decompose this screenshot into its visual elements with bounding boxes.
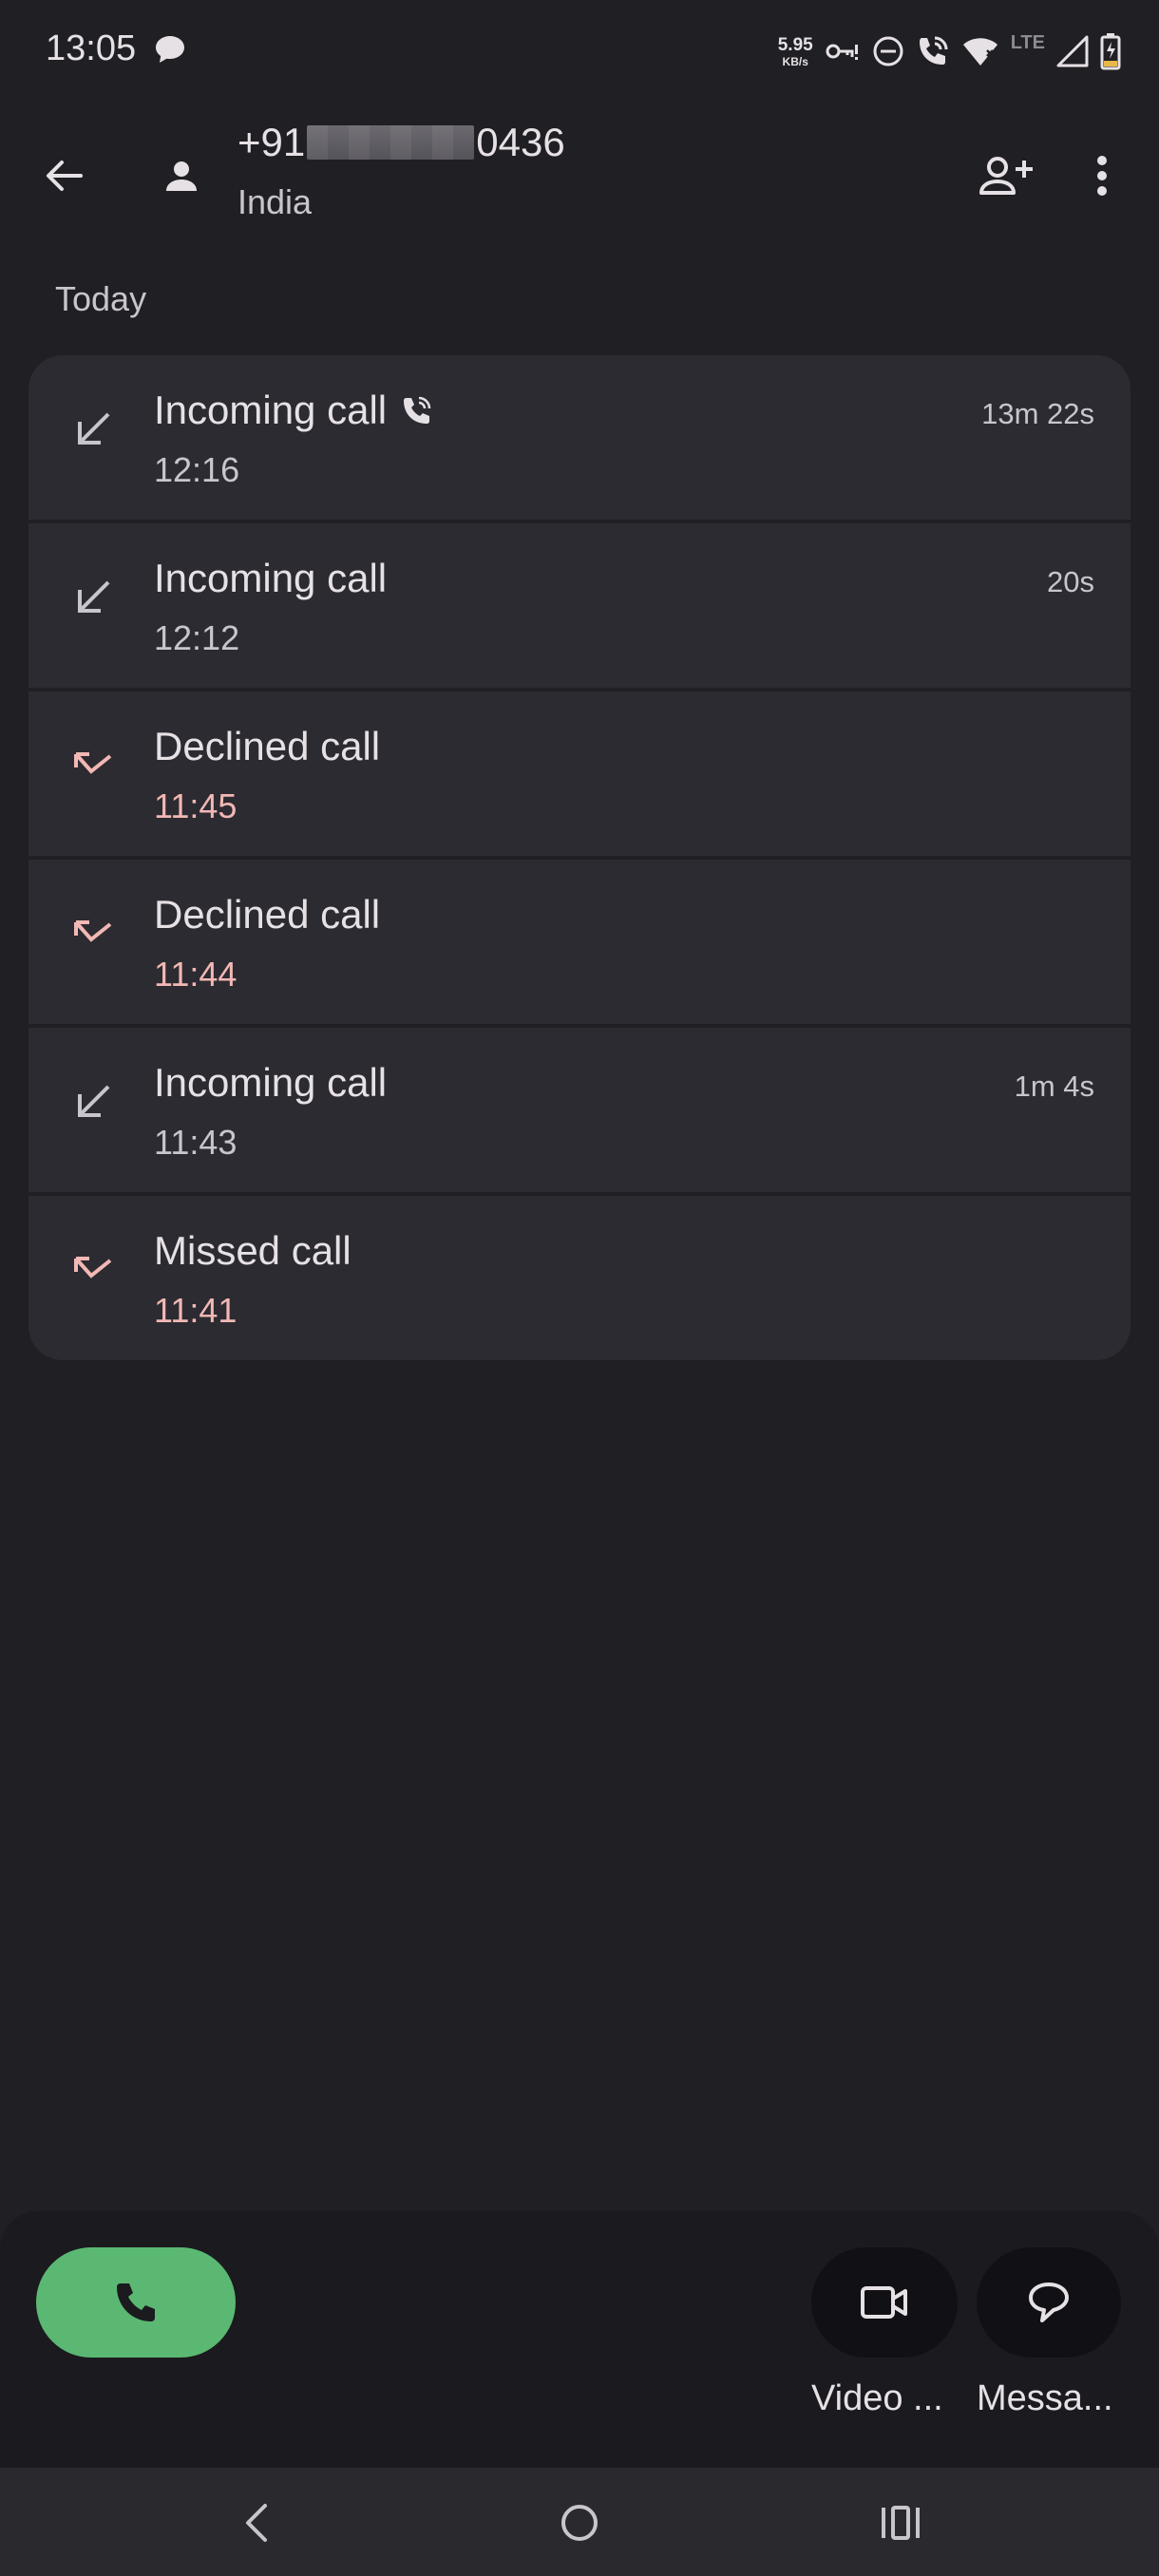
call-button[interactable] (36, 2247, 236, 2358)
contact-country: India (238, 182, 313, 221)
net-speed-value: 5.95 (777, 34, 813, 55)
call-type: Incoming call (154, 388, 432, 433)
incoming-call-icon (66, 571, 120, 624)
call-duration: 13m 22s (981, 397, 1094, 430)
call-row[interactable]: Incoming call 11:43 1m 4s (28, 1028, 1130, 1192)
call-row[interactable]: Incoming call 12:16 13m 22s (28, 355, 1130, 520)
redacted-digits (307, 125, 475, 160)
chat-bubble-icon (154, 34, 186, 65)
call-duration: 20s (1047, 565, 1094, 598)
call-type: Missed call (154, 1228, 352, 1274)
call-time: 11:44 (154, 955, 238, 994)
more-vert-icon (1097, 156, 1107, 196)
call-row[interactable]: Incoming call 12:12 20s (28, 523, 1130, 688)
call-type-label: Incoming call (154, 556, 388, 600)
incoming-call-icon (66, 1075, 120, 1128)
declined-call-icon (66, 907, 120, 960)
person-icon (166, 161, 197, 191)
call-time: 11:43 (154, 1123, 238, 1162)
number-prefix: +91 (238, 120, 306, 164)
call-type-label: Incoming call (154, 1060, 388, 1105)
incoming-call-icon (66, 403, 120, 456)
signal-icon (1056, 35, 1089, 67)
call-type-label: Incoming call (154, 388, 388, 432)
call-row[interactable]: Declined call 11:44 (28, 860, 1130, 1024)
nav-recents-button[interactable] (872, 2494, 929, 2551)
wifi-calling-icon (916, 34, 950, 68)
section-label-today: Today (55, 279, 147, 318)
phone-icon (117, 2283, 155, 2321)
call-type-label: Declined call (154, 892, 381, 937)
wifi-call-icon (402, 395, 432, 426)
call-duration: 1m 4s (1014, 1070, 1094, 1103)
avatar (158, 152, 205, 199)
back-button[interactable] (32, 144, 95, 207)
missed-call-icon (66, 1243, 120, 1297)
number-suffix: 0436 (476, 120, 565, 164)
app-bar: +91 0436 India (0, 104, 1159, 247)
nav-back-icon (246, 2504, 267, 2542)
call-type-label: Declined call (154, 724, 381, 768)
wifi-icon (961, 35, 999, 67)
call-type: Incoming call (154, 1060, 387, 1106)
nav-home-icon (561, 2505, 598, 2541)
call-type: Declined call (154, 724, 380, 769)
call-time: 12:12 (154, 618, 240, 657)
call-type: Incoming call (154, 556, 387, 601)
call-type: Declined call (154, 892, 380, 938)
declined-call-icon (66, 739, 120, 792)
nav-home-button[interactable] (551, 2494, 608, 2551)
call-row[interactable]: Declined call 11:45 (28, 691, 1130, 856)
video-call-button[interactable] (811, 2247, 958, 2358)
net-speed-unit: KB/s (782, 54, 808, 68)
more-options-button[interactable] (1074, 144, 1130, 207)
dnd-icon (872, 35, 904, 67)
message-label: Messa... (977, 2378, 1113, 2418)
vpn-key-icon (825, 37, 861, 66)
arrow-back-icon (47, 161, 83, 191)
network-speed: 5.95 KB/s (778, 36, 813, 67)
network-type: LTE (1010, 32, 1045, 53)
status-bar: 13:05 5.95 KB/s LTE (0, 0, 1159, 104)
person-add-icon (979, 157, 1033, 195)
contact-number: +91 0436 (238, 120, 565, 165)
call-time: 12:16 (154, 450, 240, 489)
system-nav-bar (0, 2468, 1159, 2576)
bottom-action-bar: Video ... Messa... (0, 2211, 1159, 2468)
call-history-list: Incoming call 12:16 13m 22s Incoming cal… (28, 355, 1130, 1360)
video-camera-icon (861, 2286, 907, 2319)
call-time: 11:45 (154, 786, 238, 825)
nav-back-button[interactable] (228, 2494, 285, 2551)
call-row[interactable]: Missed call 11:41 (28, 1196, 1130, 1360)
status-time: 13:05 (46, 28, 137, 68)
battery-charging-icon (1100, 32, 1121, 70)
call-time: 11:41 (154, 1291, 238, 1330)
call-type-label: Missed call (154, 1228, 352, 1273)
message-button[interactable] (977, 2247, 1121, 2358)
nav-recents-icon (882, 2506, 920, 2540)
chat-bubble-outline-icon (1029, 2282, 1069, 2322)
add-contact-button[interactable] (975, 144, 1037, 207)
video-call-label: Video ... (811, 2378, 943, 2418)
